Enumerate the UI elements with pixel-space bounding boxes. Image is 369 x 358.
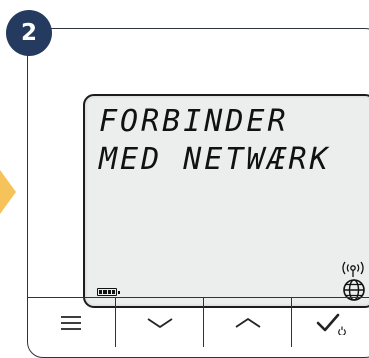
wifi-signal-icon (342, 261, 364, 277)
up-button[interactable] (203, 298, 291, 347)
chevron-up-icon (235, 317, 260, 328)
hamburger-icon (61, 315, 81, 330)
down-button[interactable] (115, 298, 203, 347)
display-line-2: MED NETWÆRK (99, 142, 331, 177)
battery-icon (97, 288, 120, 296)
step-badge: 2 (6, 10, 52, 56)
chevron-down-icon (147, 317, 172, 328)
check-power-icon (316, 313, 346, 335)
confirm-button[interactable] (291, 298, 369, 347)
lcd-screen: FORBINDER MED NETWÆRK (83, 94, 369, 308)
side-arrow (0, 170, 16, 214)
display-line-1: FORBINDER (99, 104, 289, 139)
menu-button[interactable] (27, 298, 115, 347)
